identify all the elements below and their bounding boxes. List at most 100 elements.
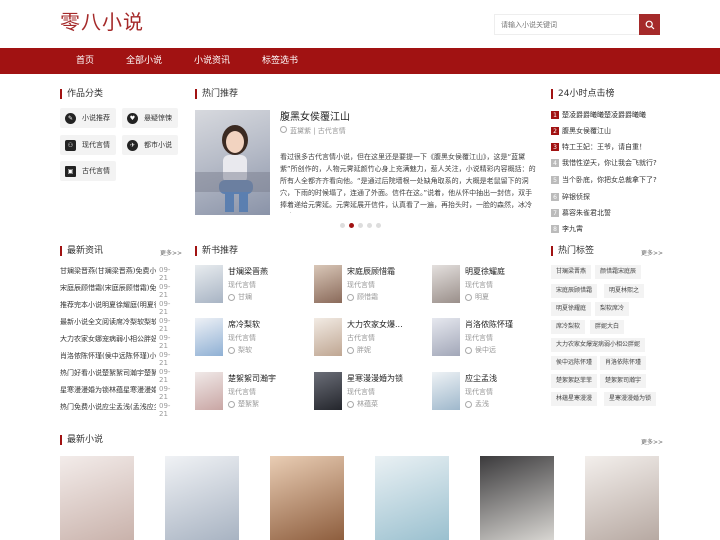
book-author-name: 孟浅 <box>475 400 489 408</box>
book-category: 现代言情 <box>347 388 375 396</box>
hot-book-title[interactable]: 腹黑女侯覆江山 <box>280 108 350 123</box>
latest-more-link[interactable]: 更多>> <box>641 437 663 446</box>
category-ancient-romance[interactable]: ▣ 古代言情 <box>60 161 116 181</box>
search-input[interactable] <box>495 15 639 34</box>
tag-chip[interactable]: 楚絮絮司瀚宇 <box>600 374 647 388</box>
category-suspense[interactable]: ♥ 悬疑惊悚 <box>122 108 178 128</box>
nav-novel-news[interactable]: 小说资讯 <box>194 48 230 74</box>
news-item-title: 热门好看小说楚絮絮司瀚宇楚絮絮 <box>60 369 156 377</box>
news-more-link[interactable]: 更多>> <box>160 248 182 257</box>
tag-chip[interactable]: 侯中远陈怀瑾 <box>551 356 598 370</box>
book-author: 林蕴菜 <box>347 399 378 409</box>
book-card[interactable]: 应尘孟浅 现代言情 孟浅 <box>432 372 542 412</box>
hot-book-cover[interactable] <box>195 110 270 215</box>
book-card[interactable]: 席冷梨软 现代言情 梨软 <box>195 318 305 358</box>
tag-chip[interactable]: 楚絮絮赵菲菲 <box>551 374 598 388</box>
search-button[interactable] <box>639 14 660 35</box>
latest-book-cover[interactable] <box>165 456 239 540</box>
cover-illustration <box>195 125 270 212</box>
category-recommend[interactable]: ✎ 小说推荐 <box>60 108 116 128</box>
rank-item[interactable]: 1 楚凌爵爵曦曦楚凌爵爵曦曦 <box>551 110 646 120</box>
latest-book-cover[interactable] <box>270 456 344 540</box>
news-item-date: 09-21 <box>159 402 171 418</box>
hot-book-meta: 蓝黛紫 | 古代言情 <box>280 126 346 136</box>
book-author: 侯中远 <box>465 345 496 355</box>
book-card[interactable]: 甘斓梁晋燕 现代言情 甘斓 <box>195 265 305 305</box>
site-logo[interactable]: 零八小说 <box>60 6 144 35</box>
book-title: 明夏徐耀庭 <box>465 267 505 276</box>
new-books-title: 新书推荐 <box>195 246 238 256</box>
tags-more-link[interactable]: 更多>> <box>641 248 663 257</box>
tag-chip[interactable]: 大力农家女爆宠病弱小相公胖妮 <box>551 338 646 352</box>
tag-chip[interactable]: 林蕴星寒漫漫 <box>551 392 598 406</box>
news-item-date: 09-21 <box>159 351 171 367</box>
tag-chip[interactable]: 明夏林熙之 <box>604 284 645 298</box>
rank-item[interactable]: 8 李九霄 <box>551 224 583 234</box>
news-item-date: 09-21 <box>159 300 171 316</box>
tag-chip[interactable]: 梨软席冷 <box>595 302 630 316</box>
book-card[interactable]: 明夏徐耀庭 现代言情 明夏 <box>432 265 542 305</box>
user-group-icon: ⚇ <box>65 139 76 151</box>
nav-all-novels[interactable]: 全部小说 <box>126 48 162 74</box>
book-icon: ▣ <box>65 165 76 177</box>
tag-chip[interactable]: 肖洛依陈怀瑾 <box>600 356 647 370</box>
nav-home[interactable]: 首页 <box>76 48 94 74</box>
book-card[interactable]: 楚絮絮司瀚宇 现代言情 楚絮絮 <box>195 372 305 412</box>
carousel-dot[interactable] <box>367 223 372 228</box>
rank-item-label: 腹黑女侯覆江山 <box>562 127 611 135</box>
latest-book-cover[interactable] <box>60 456 134 540</box>
rank-item[interactable]: 5 当个卧底，你把女总裁拿下了? <box>551 175 657 185</box>
book-category: 现代言情 <box>228 334 256 342</box>
book-cover <box>314 265 342 303</box>
carousel-dot[interactable] <box>358 223 363 228</box>
tag-chip[interactable]: 明夏徐耀庭 <box>551 302 592 316</box>
nav-tag-books[interactable]: 标签选书 <box>262 48 298 74</box>
carousel-dots <box>340 223 381 228</box>
tag-chip[interactable]: 胖妮大白 <box>590 320 625 334</box>
user-icon <box>228 400 235 408</box>
rank-item[interactable]: 3 特工王妃：王爷，请自重！ <box>551 142 646 152</box>
book-title: 宋庭辰顾惜霜 <box>347 267 395 276</box>
tag-chip[interactable]: 颜惜霜宋庭辰 <box>595 265 642 279</box>
book-author-name: 梨软 <box>238 346 252 354</box>
book-card[interactable]: 星寒漫漫婚为锁 现代言情 林蕴菜 <box>314 372 424 412</box>
news-item-title: 星寒漫漫婚为锁林蕴星寒漫漫婚为 <box>60 386 156 394</box>
book-author-name: 明夏 <box>475 293 489 301</box>
book-card[interactable]: 宋庭辰顾惜霜 现代言情 顾惜霜 <box>314 265 424 305</box>
category-modern-romance[interactable]: ⚇ 现代言情 <box>60 135 116 155</box>
book-author-name: 林蕴菜 <box>357 400 378 408</box>
chat-icon: ✎ <box>65 112 76 124</box>
tag-chip[interactable]: 甘斓梁晋燕 <box>551 265 592 279</box>
user-icon <box>465 346 472 354</box>
book-title: 席冷梨软 <box>228 320 260 329</box>
user-icon <box>465 293 472 301</box>
category-urban[interactable]: ✈ 都市小说 <box>122 135 178 155</box>
book-cover <box>195 318 223 356</box>
latest-book-cover[interactable] <box>375 456 449 540</box>
book-cover <box>195 265 223 303</box>
book-card[interactable]: 大力农家女爆... 古代言情 胖妮 <box>314 318 424 358</box>
book-cover <box>432 318 460 356</box>
latest-book-cover[interactable] <box>585 456 659 540</box>
latest-book-cover[interactable] <box>480 456 554 540</box>
tags-title: 热门标签 <box>551 246 594 256</box>
tag-chip[interactable]: 宋庭辰顾惜霜 <box>551 284 598 298</box>
tag-chip[interactable]: 星寒漫漫婚为锁 <box>604 392 657 406</box>
user-icon <box>280 126 287 133</box>
rank-item[interactable]: 6 碎银侦探 <box>551 192 590 202</box>
carousel-dot[interactable] <box>340 223 345 228</box>
rank-item[interactable]: 7 慕容朱雀君北誓 <box>551 208 611 218</box>
carousel-dot-active[interactable] <box>349 223 354 228</box>
rank-item[interactable]: 4 我惜性逆天，你让我会飞就行? <box>551 158 657 168</box>
rank-item-label: 当个卧底，你把女总裁拿下了? <box>562 176 657 184</box>
book-card[interactable]: 肖洛侬陈怀瑾 现代言情 侯中远 <box>432 318 542 358</box>
book-category: 现代言情 <box>465 334 493 342</box>
book-cover <box>432 265 460 303</box>
rank-item[interactable]: 2 腹黑女侯覆江山 <box>551 126 611 136</box>
tag-chip[interactable]: 席冷梨软 <box>551 320 586 334</box>
book-category: 现代言情 <box>465 388 493 396</box>
news-item-date: 09-21 <box>159 266 171 282</box>
news-item-title: 大力农家女娜宠病弱小相公胖妞 <box>60 335 156 343</box>
rank-number: 7 <box>551 209 559 217</box>
carousel-dot[interactable] <box>376 223 381 228</box>
